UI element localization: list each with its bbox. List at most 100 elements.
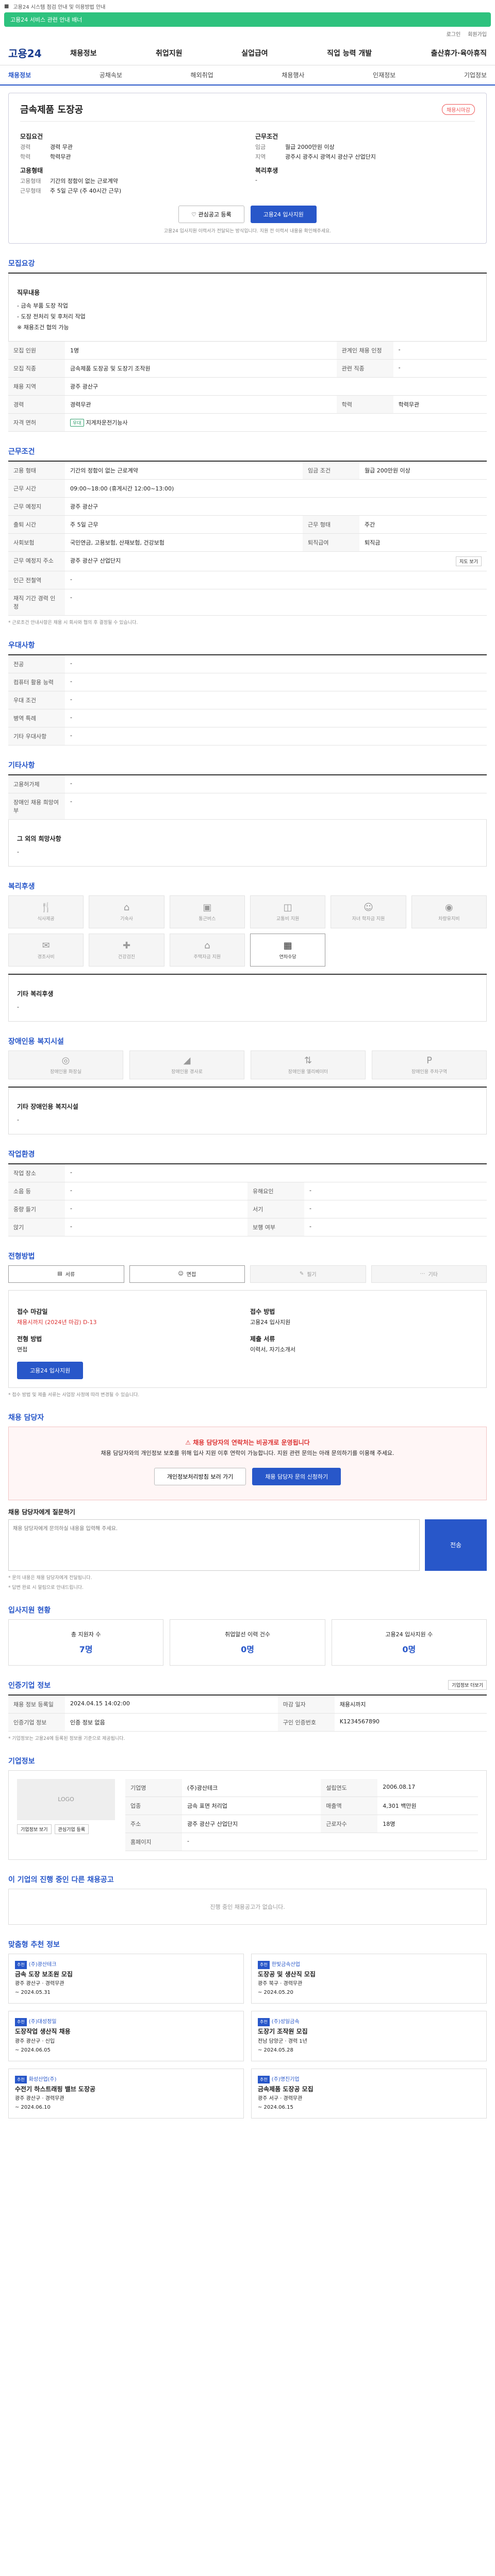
section-title-welfare: 복리후생 (8, 883, 35, 891)
rec-company: (주)광산테크 (28, 1961, 57, 1968)
summary-group-label: 복리후생 (255, 167, 278, 174)
rec-badge: 추천 (258, 1960, 270, 1969)
gnb-item-jobs[interactable]: 채용정보 (70, 48, 97, 58)
signup-link[interactable]: 회원가입 (468, 30, 487, 38)
gift-icon: ✉ (42, 940, 50, 952)
list-item[interactable]: 추천 화성산업(주) 수전기 하스트래핑 밸브 도장공 광주 광산구 · 경력무관 ~ … (8, 2068, 244, 2119)
list-item[interactable]: 추천 (주)대성정밀 도장작업 생산직 채용 광주 광산구 · 신입 ~ 2024.06… (8, 2011, 244, 2061)
disabled-item: ◎ 장애인용 화장실 (8, 1050, 123, 1079)
gnb-item-leave[interactable]: 출산휴가·육아휴직 (431, 48, 487, 58)
section-title-office: 작업환경 (8, 1150, 35, 1159)
section-title-recommend: 맞춤형 추천 정보 (8, 1940, 60, 1949)
kv-key: 경력 (20, 144, 31, 150)
gnb-item-training[interactable]: 직업 능력 개발 (327, 48, 372, 58)
cell: - (304, 1218, 487, 1236)
contact-request-button[interactable]: 채용 담당자 문의 신청하기 (252, 1467, 341, 1485)
method-field: 접수 방법 고용24 입사지원 (250, 1302, 478, 1326)
list-item[interactable]: 추천 (주)성일금속 도장기 조작원 모집 전남 담양군 · 경력 1년 ~ 2024.… (251, 2011, 487, 2061)
cell-head: 서기 (248, 1200, 304, 1218)
cell-head: 홈페이지 (125, 1833, 182, 1851)
kv-value: 기간의 정함이 없는 근로계약 (50, 178, 118, 184)
method-field: 접수 마감일 채용시까지 (2024년 마감) D-13 (17, 1302, 245, 1326)
cell-head: 전공 (8, 655, 65, 674)
subnav-item-events[interactable]: 채용행사 (282, 71, 304, 79)
rec-meta: 광주 광산구 · 경력무관 (15, 1981, 64, 1987)
disabled-item: ⇅ 장애인용 엘리베이터 (251, 1050, 366, 1079)
cell: - (65, 673, 487, 692)
cell-head: 재직 기간 경력 인정 (8, 589, 65, 616)
parking-icon: P (426, 1055, 432, 1066)
company-info-button[interactable]: 기업정보 보기 (17, 1824, 52, 1834)
table-row: 전공 - (8, 655, 487, 674)
topbar: ■ 고용24 시스템 점검 안내 및 이용방법 안내 (0, 0, 495, 12)
cell: - (304, 1182, 487, 1200)
welfare-label: 차량유지비 (438, 917, 460, 922)
apply-button[interactable]: 고용24 입사지원 (250, 206, 317, 223)
cell: 인증 정보 없음 (65, 1713, 278, 1732)
reg-footnote: * 기업정보는 고용24에 등록된 정보를 기준으로 제공됩니다. (8, 1736, 125, 1741)
stat-card: 고용24 입사지원 수 0명 (331, 1619, 487, 1666)
field-value: 이력서, 자기소개서 (250, 1346, 295, 1353)
rec-badge: 추천 (15, 1960, 27, 1969)
ask-note: * 문의 내용은 채용 담당자에게 전달됩니다. (8, 1575, 92, 1581)
method-label: 필기 (307, 1272, 317, 1278)
table-row: 병역 특례 - (8, 709, 487, 728)
method-item-active: ☺ 면접 (129, 1265, 245, 1283)
map-button[interactable]: 지도 보기 (456, 556, 482, 567)
rec-title: 도장기 조작원 모집 (258, 2028, 308, 2036)
table-row: 근무 예정지 주소 광주 광산구 산업단지 지도 보기 (8, 551, 487, 572)
field-label: 접수 방법 (250, 1308, 275, 1315)
privacy-button[interactable]: 개인정보처리방침 보러 가기 (154, 1467, 246, 1485)
cell-head: 경력 (8, 395, 65, 414)
list-item[interactable]: 추천 (주)명진기업 금속제품 도장공 모집 광주 서구 · 경력무관 ~ 2024.0… (251, 2068, 487, 2119)
kv-key: 지역 (255, 154, 266, 160)
ask-send-button[interactable]: 전송 (425, 1519, 487, 1571)
cell: 퇴직금 (359, 533, 487, 552)
table-row: 중량 들기 - 서기 - (8, 1200, 487, 1218)
rec-title: 금속제품 도장공 모집 (258, 2085, 314, 2093)
table-row: 경력 경력무관 학력 학력무관 (8, 395, 487, 414)
bookmark-button[interactable]: ♡ 관심공고 등록 (178, 206, 244, 223)
global-nav: 고용24 채용정보 취업지원 실업급여 직업 능력 개발 출산휴가·육아휴직 (0, 41, 495, 65)
cell-head: 중량 들기 (8, 1200, 65, 1218)
gnb-item-benefit[interactable]: 실업급여 (241, 48, 268, 58)
cell-head: 관계인 채용 인정 (336, 342, 393, 360)
method-apply-button[interactable]: 고용24 입사지원 (17, 1361, 84, 1379)
subnav-item-news[interactable]: 공채속보 (100, 71, 122, 79)
subnav-item-company[interactable]: 기업정보 (464, 71, 487, 79)
cell: 2024.04.15 14:02:00 (65, 1695, 278, 1714)
welfare-label: 경조사비 (37, 955, 55, 960)
cell: - (65, 1182, 248, 1200)
topbar-notice[interactable]: 고용24 시스템 점검 안내 및 이용방법 안내 (13, 3, 105, 10)
subnav-item-overseas[interactable]: 해외취업 (191, 71, 213, 79)
login-link[interactable]: 로그인 (447, 30, 461, 38)
field-label: 접수 마감일 (17, 1308, 48, 1315)
summary-left: 모집요건 경력 경력 무관 학력 학력무관 고용형태 고용형태 기간의 정함이 없는 … (20, 127, 240, 196)
welfare-label: 기숙사 (120, 917, 133, 922)
stat-label: 총 지원자 수 (71, 1631, 101, 1638)
method-item-active: ▤ 서류 (8, 1265, 124, 1283)
cell-head: 컴퓨터 활용 능력 (8, 673, 65, 692)
other-extra-value: - (17, 849, 19, 856)
rec-title: 도장작업 생산직 채용 (15, 2028, 71, 2036)
reg-more-button[interactable]: 기업정보 더보기 (448, 1680, 487, 1690)
promo-banner[interactable]: 고용24 서비스 관련 안내 배너 (4, 12, 491, 27)
cell-head: 근무 형태 (302, 515, 359, 534)
cell: 금속 표면 처리업 (182, 1797, 321, 1815)
subnav-item-talent[interactable]: 인재정보 (373, 71, 395, 79)
cell-head: 우대 조건 (8, 691, 65, 710)
company-bookmark-button[interactable]: 관심기업 등록 (54, 1824, 89, 1834)
cell-head: 주소 (125, 1815, 182, 1833)
list-item[interactable]: 추천 (주)광산테크 금속 도장 보조원 모집 광주 광산구 · 경력무관 ~ 2024… (8, 1953, 244, 2004)
section-title-company: 기업정보 (8, 1757, 35, 1766)
site-logo[interactable]: 고용24 (8, 45, 70, 60)
pref-box: 전공 - 컴퓨터 활용 능력 - 우대 조건 - 병역 특례 - 기타 우대사항 - (8, 654, 487, 746)
gnb-item-support[interactable]: 취업지원 (156, 48, 183, 58)
ask-textarea[interactable] (8, 1519, 420, 1571)
stat-card: 총 지원자 수 7명 (8, 1619, 164, 1666)
subnav-item-jobs[interactable]: 채용정보 (8, 71, 31, 79)
cell-head: 관련 직종 (336, 359, 393, 378)
summary-group-label: 고용형태 (20, 167, 43, 174)
list-item[interactable]: 추천 한빛금속산업 도장공 및 생산직 모집 광주 북구 · 경력무관 ~ 2024.0… (251, 1953, 487, 2004)
welfare-item: 🍴 식사제공 (8, 895, 84, 929)
